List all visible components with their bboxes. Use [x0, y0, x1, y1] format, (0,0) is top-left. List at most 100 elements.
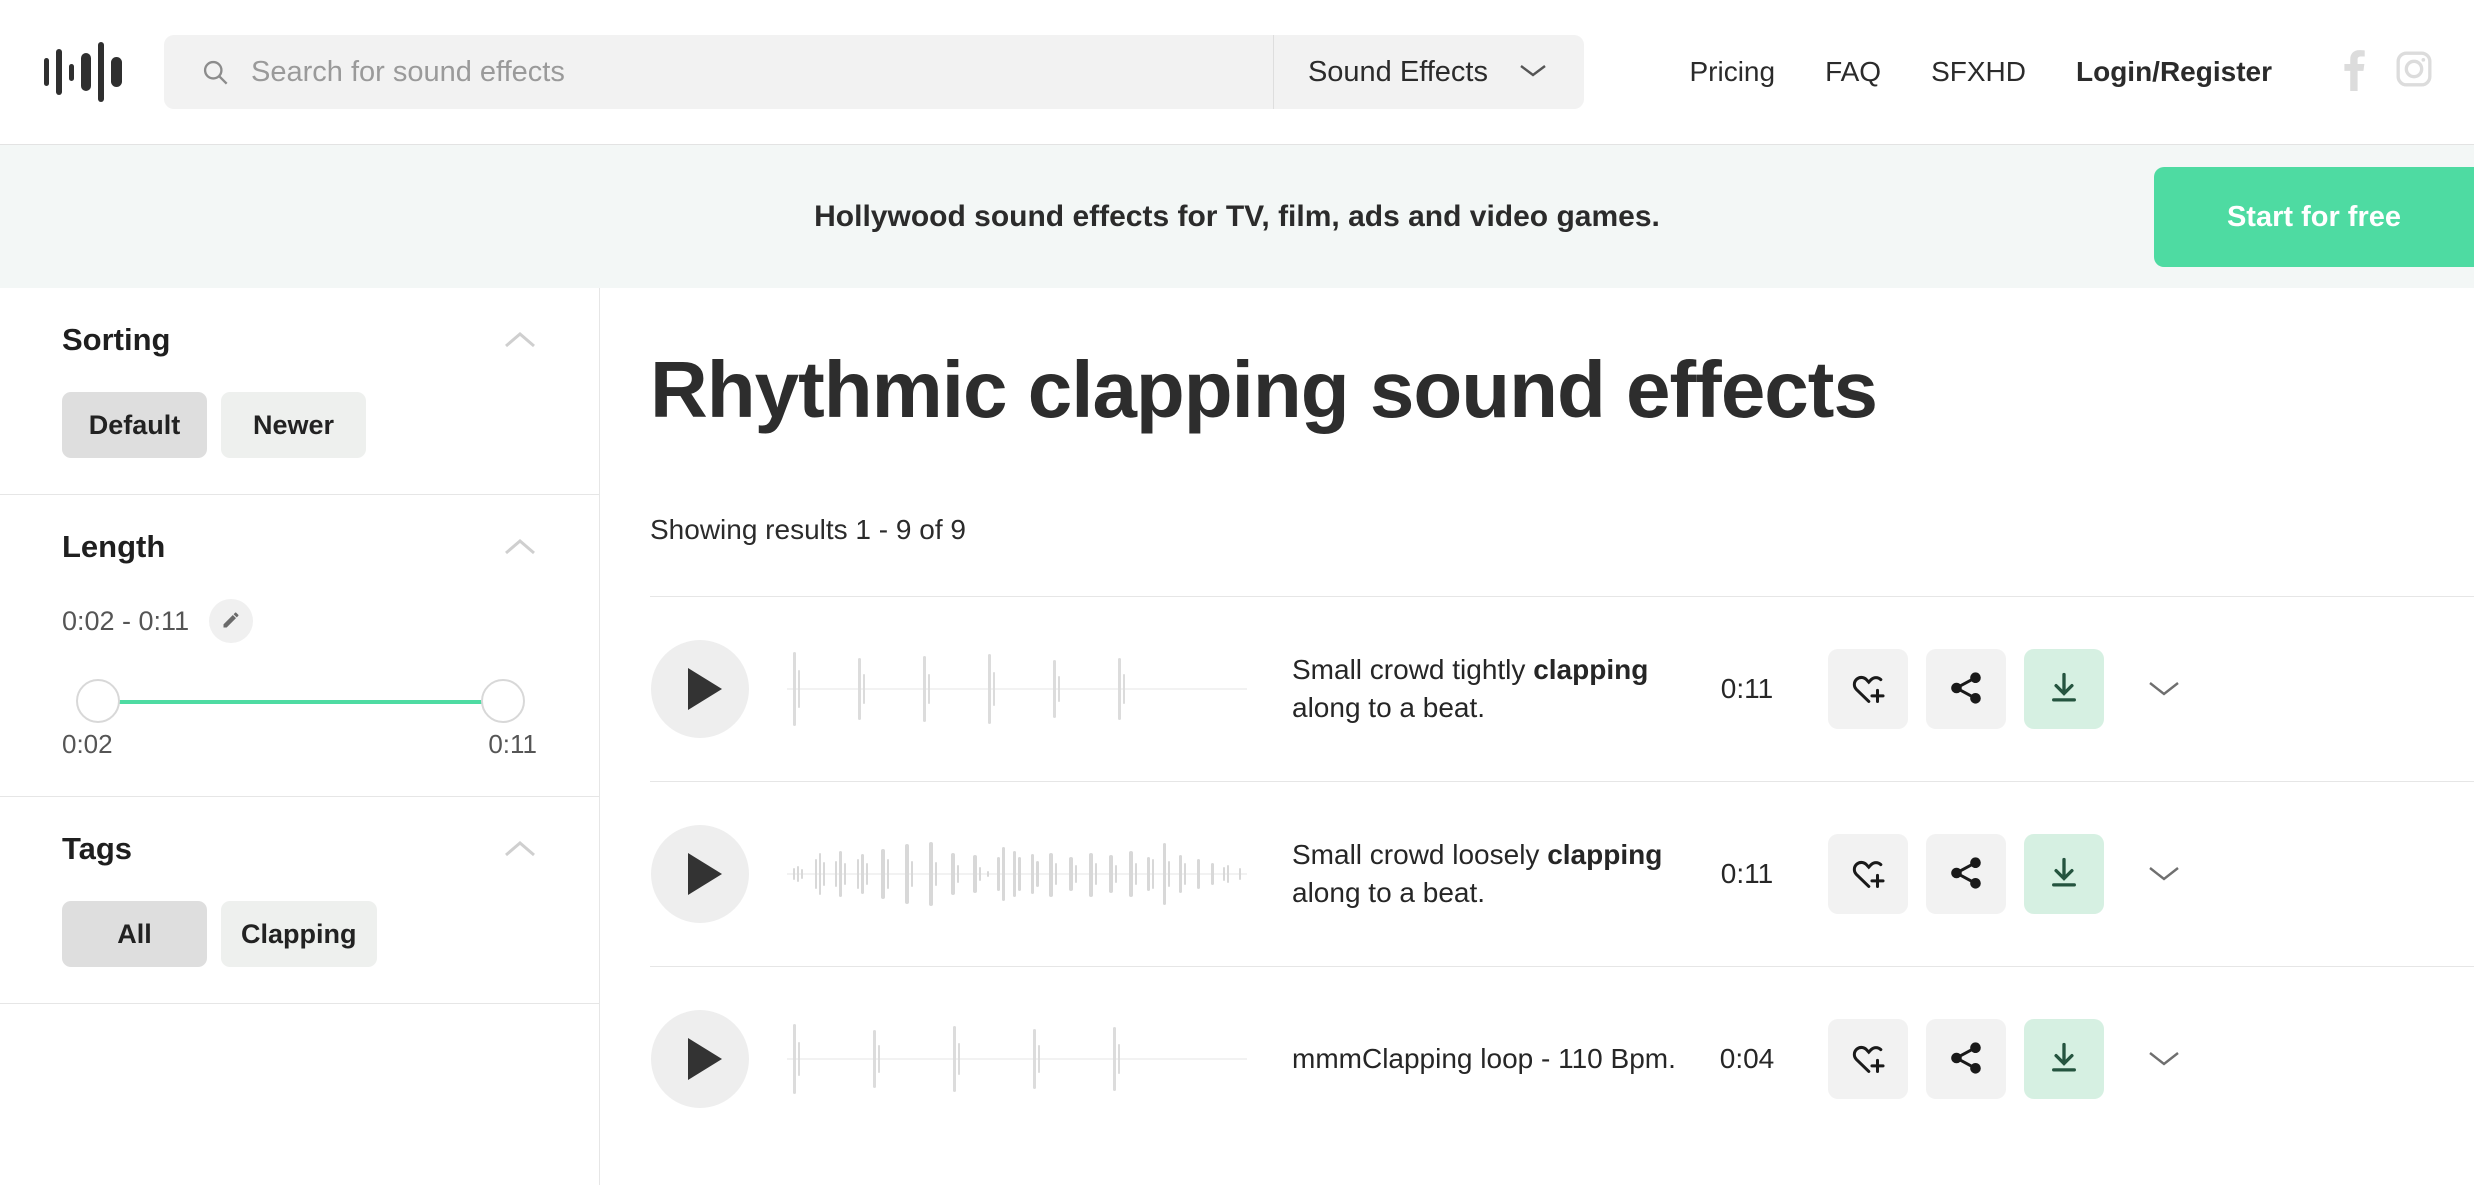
slider-knob-min[interactable] — [76, 679, 120, 723]
slider-labels: 0:02 0:11 — [62, 729, 537, 760]
sort-option-default[interactable]: Default — [62, 392, 207, 458]
length-range-row: 0:02 - 0:11 — [62, 599, 537, 643]
result-title[interactable]: Small crowd tightly clapping along to a … — [1292, 651, 1692, 727]
play-icon — [687, 668, 722, 710]
nav-link-faq[interactable]: FAQ — [1825, 56, 1881, 88]
chevron-down-icon — [1518, 61, 1548, 84]
social-links — [2340, 47, 2434, 98]
chevron-up-icon[interactable] — [503, 839, 537, 859]
result-title[interactable]: Small crowd loosely clapping along to a … — [1292, 836, 1692, 912]
download-button[interactable] — [2024, 649, 2104, 729]
waveform-preview[interactable] — [787, 829, 1247, 919]
main-nav: Pricing FAQ SFXHD Login/Register — [1616, 47, 2434, 98]
length-range-label: 0:02 - 0:11 — [62, 605, 190, 636]
result-title-suffix: along to a beat. — [1292, 877, 1486, 908]
results-count: Showing results 1 - 9 of 9 — [650, 514, 966, 545]
search-icon — [201, 58, 229, 86]
slider-knob-max[interactable] — [481, 679, 525, 723]
heart-plus-icon — [1848, 669, 1888, 710]
favorite-button[interactable] — [1828, 834, 1908, 914]
play-icon — [687, 853, 722, 895]
sorting-panel-title: Sorting — [62, 322, 171, 357]
pencil-icon — [221, 610, 241, 633]
table-row[interactable]: Small crowd loosely clapping along to a … — [650, 781, 2474, 966]
result-duration: 0:11 — [1720, 858, 1774, 889]
chevron-down-icon — [2146, 677, 2182, 702]
favorite-button[interactable] — [1828, 649, 1908, 729]
download-icon — [2045, 669, 2083, 710]
share-button[interactable] — [1926, 649, 2006, 729]
logo-bar — [110, 57, 122, 87]
result-title-prefix: Small crowd loosely — [1292, 839, 1548, 871]
table-row[interactable]: Small crowd tightly clapping along to a … — [650, 596, 2474, 781]
sorting-panel-header[interactable]: Sorting — [62, 322, 537, 358]
tag-options: All Clapping — [62, 901, 537, 967]
logo-bar — [68, 63, 74, 81]
play-button[interactable] — [651, 825, 749, 923]
chevron-up-icon[interactable] — [503, 537, 537, 557]
site-header: Sound Effects Pricing FAQ SFXHD Login/Re… — [0, 0, 2474, 144]
share-icon — [1947, 669, 1985, 710]
sorting-options: Default Newer — [62, 392, 537, 458]
slider-max-label: 0:11 — [488, 729, 537, 759]
chevron-down-icon — [2146, 862, 2182, 887]
soundsnap-waveform-logo[interactable] — [44, 39, 122, 105]
expand-row-button[interactable] — [2138, 848, 2190, 900]
chevron-down-icon — [2146, 1047, 2182, 1072]
logo-bar — [98, 42, 104, 102]
row-actions — [1828, 834, 2104, 914]
edit-length-button[interactable] — [209, 599, 254, 643]
category-dropdown[interactable]: Sound Effects — [1272, 35, 1584, 109]
download-button[interactable] — [2024, 834, 2104, 914]
sort-option-newer[interactable]: Newer — [221, 392, 366, 458]
tag-option-clapping[interactable]: Clapping — [221, 901, 377, 967]
result-title[interactable]: mmmClapping loop - 110 Bpm. — [1292, 1040, 1692, 1078]
play-button[interactable] — [651, 1010, 749, 1108]
result-duration: 0:04 — [1719, 1043, 1775, 1074]
tags-panel-header[interactable]: Tags — [62, 831, 537, 867]
expand-row-button[interactable] — [2138, 1033, 2190, 1085]
facebook-icon[interactable] — [2340, 47, 2366, 98]
logo-bar — [80, 53, 92, 91]
instagram-icon[interactable] — [2394, 49, 2434, 96]
favorite-button[interactable] — [1828, 1019, 1908, 1099]
result-title-prefix: Small crowd tightly — [1292, 654, 1534, 686]
slider-track — [98, 700, 503, 704]
length-panel: Length 0:02 - 0:11 0:02 0:11 — [0, 495, 599, 797]
search-bar: Sound Effects — [164, 35, 1584, 109]
filters-sidebar: Sorting Default Newer Length 0:02 - 0:11… — [0, 288, 600, 1185]
table-row[interactable]: mmmClapping loop - 110 Bpm. 0:04 — [650, 966, 2474, 1151]
slider-min-label: 0:02 — [62, 729, 113, 759]
search-input[interactable] — [251, 55, 1273, 89]
nav-link-sfxhd[interactable]: SFXHD — [1931, 56, 2026, 88]
share-icon — [1947, 1039, 1985, 1080]
download-icon — [2045, 854, 2083, 895]
row-actions — [1828, 1019, 2104, 1099]
waveform-preview[interactable] — [787, 1014, 1247, 1104]
share-button[interactable] — [1926, 834, 2006, 914]
length-panel-header[interactable]: Length — [62, 529, 537, 565]
promo-banner-text: Hollywood sound effects for TV, film, ad… — [814, 199, 1660, 233]
length-panel-title: Length — [62, 529, 166, 564]
tag-option-all[interactable]: All — [62, 901, 207, 967]
waveform-preview[interactable] — [787, 644, 1247, 734]
results-list: Small crowd tightly clapping along to a … — [650, 596, 2474, 1151]
result-title-highlight: clapping — [1533, 654, 1649, 686]
tags-panel: Tags All Clapping — [0, 797, 599, 1004]
chevron-up-icon[interactable] — [503, 330, 537, 350]
play-icon — [687, 1038, 722, 1080]
length-range-slider[interactable] — [76, 679, 525, 725]
search-field-wrapper[interactable] — [164, 35, 1273, 109]
page-body: Sorting Default Newer Length 0:02 - 0:11… — [0, 288, 2474, 1185]
play-button[interactable] — [651, 640, 749, 738]
page-title: Rhythmic clapping sound effects — [650, 345, 1878, 434]
sorting-panel: Sorting Default Newer — [0, 288, 599, 495]
start-for-free-button[interactable]: Start for free — [2154, 167, 2474, 267]
logo-bar — [56, 49, 62, 95]
nav-link-login-register[interactable]: Login/Register — [2076, 56, 2272, 88]
expand-row-button[interactable] — [2138, 663, 2190, 715]
download-button[interactable] — [2024, 1019, 2104, 1099]
nav-link-pricing[interactable]: Pricing — [1689, 56, 1775, 88]
result-duration: 0:11 — [1720, 673, 1774, 704]
share-button[interactable] — [1926, 1019, 2006, 1099]
